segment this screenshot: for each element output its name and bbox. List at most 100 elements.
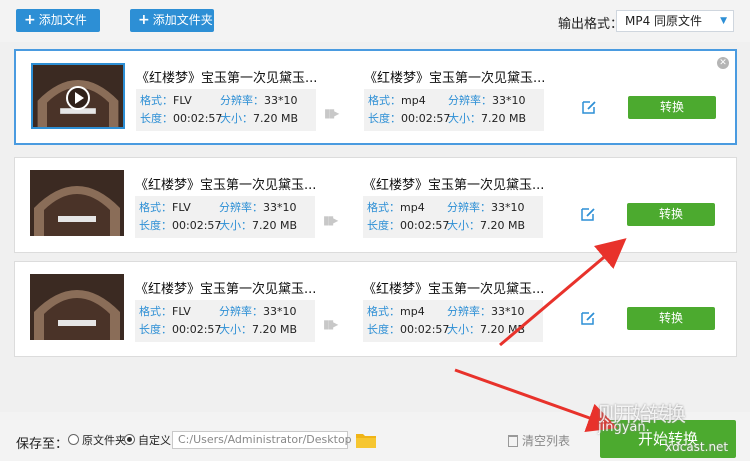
format-value: FLV <box>172 305 191 318</box>
resolution-key: 分辨率： <box>219 201 263 214</box>
length-key: 长度： <box>367 219 400 232</box>
list-item[interactable]: 《红楼梦》宝玉第一次见黛玉... 格式：FLV 分辨率：33*10 长度：00:… <box>14 49 737 145</box>
clear-list-label: 清空列表 <box>522 434 571 448</box>
resolution-key: 分辨率： <box>447 305 491 318</box>
folder-icon[interactable] <box>355 431 377 449</box>
thumbnail-image <box>30 170 124 236</box>
format-value: FLV <box>173 94 192 107</box>
resolution-key: 分辨率： <box>448 94 492 107</box>
source-info: 格式：FLV 分辨率：33*10 长度：00:02:57 大小：7.20 MB <box>135 300 315 342</box>
list-item[interactable]: 《红楼梦》宝玉第一次见黛玉... 格式：FLV 分辨率：33*10 长度：00:… <box>14 261 737 357</box>
size-key: 大小： <box>219 323 252 336</box>
save-to-label: 保存至： <box>16 437 69 452</box>
size-value: 7.20 MB <box>480 323 526 336</box>
format-value: mp4 <box>400 305 425 318</box>
size-key: 大小： <box>447 219 480 232</box>
source-title: 《红楼梦》宝玉第一次见黛玉... <box>136 71 318 86</box>
size-key: 大小： <box>219 219 252 232</box>
output-info: 格式：mp4 分辨率：33*10 长度：00:02:57 大小：7.20 MB <box>363 300 543 342</box>
watermark: xdcast.net <box>665 440 729 454</box>
format-key: 格式： <box>367 201 400 214</box>
trash-icon <box>508 435 518 447</box>
source-info: 格式：FLV 分辨率：33*10 长度：00:02:57 大小：7.20 MB <box>135 196 315 238</box>
resolution-value: 33*10 <box>491 305 525 318</box>
arrow-right-icon: ▮▮▸ <box>323 213 338 227</box>
length-value: 00:02:57 <box>172 219 222 232</box>
format-key: 格式： <box>368 94 401 107</box>
output-title: 《红楼梦》宝玉第一次见黛玉... <box>363 282 545 297</box>
file-list: 《红楼梦》宝玉第一次见黛玉... 格式：FLV 分辨率：33*10 长度：00:… <box>0 42 750 412</box>
length-value: 00:02:57 <box>400 219 450 232</box>
format-key: 格式： <box>139 201 172 214</box>
thumbnail-image <box>30 274 124 340</box>
resolution-key: 分辨率： <box>220 94 264 107</box>
output-format-select[interactable]: MP4 同原文件 ▼ <box>616 10 734 32</box>
length-key: 长度： <box>367 323 400 336</box>
format-key: 格式： <box>140 94 173 107</box>
edit-icon[interactable] <box>580 310 596 326</box>
radio-original-folder-label: 原文件夹 <box>82 434 126 447</box>
size-value: 7.20 MB <box>480 219 526 232</box>
format-value: mp4 <box>401 94 426 107</box>
resolution-value: 33*10 <box>492 94 526 107</box>
size-key: 大小： <box>220 112 253 125</box>
output-format-value: MP4 同原文件 <box>625 14 703 28</box>
size-value: 7.20 MB <box>481 112 527 125</box>
list-item[interactable]: 《红楼梦》宝玉第一次见黛玉... 格式：FLV 分辨率：33*10 长度：00:… <box>14 157 737 253</box>
resolution-key: 分辨率： <box>447 201 491 214</box>
size-key: 大小： <box>447 323 480 336</box>
resolution-value: 33*10 <box>263 305 297 318</box>
arrow-right-icon: ▮▮▸ <box>323 317 338 331</box>
output-title: 《红楼梦》宝玉第一次见黛玉... <box>363 178 545 193</box>
length-value: 00:02:57 <box>172 323 222 336</box>
source-title: 《红楼梦》宝玉第一次见黛玉... <box>135 282 317 297</box>
size-value: 7.20 MB <box>252 323 298 336</box>
resolution-value: 33*10 <box>263 201 297 214</box>
add-folder-label: 添加文件夹 <box>152 13 213 27</box>
length-value: 00:02:57 <box>401 112 451 125</box>
convert-button[interactable]: 转换 <box>627 307 715 330</box>
clear-list-button[interactable]: 清空列表 <box>508 432 570 449</box>
resolution-value: 33*10 <box>491 201 525 214</box>
video-thumbnail[interactable] <box>31 63 125 129</box>
source-info: 格式：FLV 分辨率：33*10 长度：00:02:57 大小：7.20 MB <box>136 89 316 131</box>
radio-custom-label: 自定义 <box>138 434 171 447</box>
add-file-label: 添加文件 <box>38 13 87 27</box>
chevron-down-icon: ▼ <box>720 16 727 26</box>
length-key: 长度： <box>140 112 173 125</box>
convert-button[interactable]: 转换 <box>627 203 715 226</box>
plus-icon: + <box>138 12 150 28</box>
length-value: 00:02:57 <box>400 323 450 336</box>
resolution-value: 33*10 <box>264 94 298 107</box>
arrow-right-icon: ▮▮▸ <box>324 106 339 120</box>
format-value: mp4 <box>400 201 425 214</box>
length-key: 长度： <box>139 219 172 232</box>
edit-icon[interactable] <box>581 99 597 115</box>
size-value: 7.20 MB <box>253 112 299 125</box>
add-file-button[interactable]: + 添加文件 <box>16 9 100 32</box>
length-key: 长度： <box>368 112 401 125</box>
output-info: 格式：mp4 分辨率：33*10 长度：00:02:57 大小：7.20 MB <box>364 89 544 131</box>
radio-custom[interactable] <box>124 434 135 445</box>
convert-button[interactable]: 转换 <box>628 96 716 119</box>
add-folder-button[interactable]: + 添加文件夹 <box>130 9 214 32</box>
output-info: 格式：mp4 分辨率：33*10 长度：00:02:57 大小：7.20 MB <box>363 196 543 238</box>
close-icon[interactable]: ✕ <box>717 57 729 69</box>
size-key: 大小： <box>448 112 481 125</box>
edit-icon[interactable] <box>580 206 596 222</box>
format-value: FLV <box>172 201 191 214</box>
resolution-key: 分辨率： <box>219 305 263 318</box>
radio-original-folder[interactable] <box>68 434 79 445</box>
format-key: 格式： <box>367 305 400 318</box>
save-path-input[interactable]: C:/Users/Administrator/Desktop <box>172 431 352 449</box>
length-value: 00:02:57 <box>173 112 223 125</box>
toolbar: + 添加文件 + 添加文件夹 输出格式： MP4 同原文件 ▼ <box>0 0 750 42</box>
play-icon[interactable] <box>66 86 90 110</box>
video-thumbnail[interactable] <box>30 274 124 340</box>
source-title: 《红楼梦》宝玉第一次见黛玉... <box>135 178 317 193</box>
watermark: jingyan. <box>598 420 650 435</box>
format-key: 格式： <box>139 305 172 318</box>
length-key: 长度： <box>139 323 172 336</box>
output-format-label: 输出格式： <box>558 17 624 32</box>
video-thumbnail[interactable] <box>30 170 124 236</box>
